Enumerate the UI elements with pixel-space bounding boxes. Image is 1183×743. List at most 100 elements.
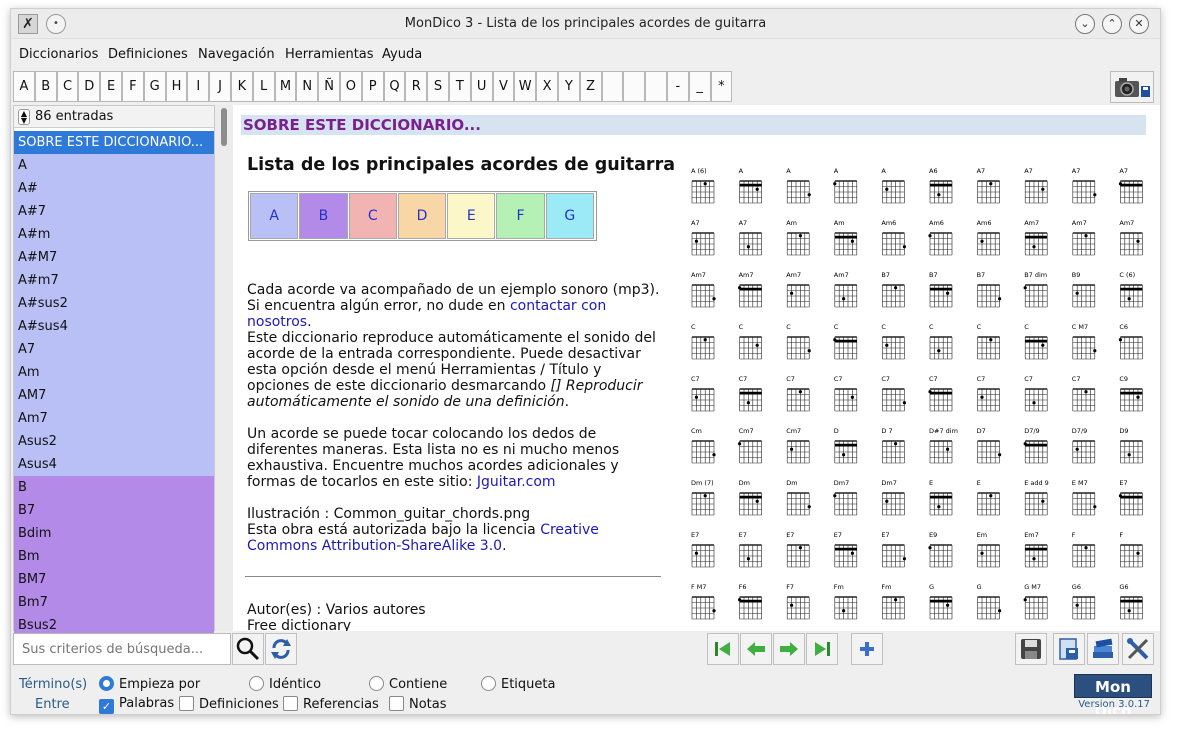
list-item[interactable]: Asus2 [14,430,214,453]
letter-cell[interactable]: C [348,193,397,239]
list-item[interactable]: Bdim [14,522,214,545]
export-icon[interactable] [1053,633,1085,665]
list-item[interactable]: A#M7 [14,246,214,269]
letter-button-15[interactable]: O [339,71,362,102]
list-item[interactable]: A#7 [14,200,214,223]
camera-icon[interactable] [1110,71,1154,103]
next-entry-button[interactable] [773,633,805,665]
save-icon[interactable] [1015,633,1047,665]
check-notas[interactable]: Notas [389,696,447,712]
list-item[interactable]: A#m [14,223,214,246]
radio-contiene[interactable]: Contiene [369,676,447,692]
letter-button-14[interactable]: Ñ [318,71,340,102]
letter-button-16[interactable]: P [361,71,384,102]
dictionaries-icon[interactable] [1087,633,1119,665]
letter-button-0[interactable]: A [13,71,35,102]
radio-indicator[interactable] [99,676,114,691]
letter-button-18[interactable]: R [405,71,428,102]
list-item[interactable]: SOBRE ESTE DICCIONARIO... [14,131,214,154]
letter-cell[interactable]: D [397,193,447,239]
add-entry-button[interactable] [851,633,883,665]
list-item[interactable]: A#sus2 [14,292,214,315]
checkbox-indicator[interactable] [283,696,298,711]
search-button[interactable] [232,633,264,665]
menu-ayuda[interactable]: Ayuda [382,47,422,62]
letter-button-31[interactable]: _ [688,71,711,102]
letter-button-19[interactable]: S [427,71,449,102]
letter-button-13[interactable]: N [296,71,319,102]
list-item[interactable]: A# [14,177,214,200]
letter-button-27[interactable] [601,71,624,102]
letter-cell[interactable]: B [299,193,348,239]
list-item[interactable]: AM7 [14,384,214,407]
list-item[interactable]: A7 [14,338,214,361]
menu-diccionarios[interactable]: Diccionarios [19,47,98,62]
entries-scrollbar[interactable] [215,105,233,631]
letter-button-11[interactable]: L [252,71,275,102]
menu-definiciones[interactable]: Definiciones [108,47,188,62]
letter-button-5[interactable]: F [121,71,144,102]
sort-spinner[interactable]: ▲ ▼ [18,108,30,125]
previous-entry-button[interactable] [740,633,772,665]
radio-indicator[interactable] [481,676,496,691]
radio-identico[interactable]: Idéntico [249,676,321,692]
letter-button-2[interactable]: C [56,71,79,102]
tools-icon[interactable] [1122,633,1154,665]
radio-empieza-por[interactable]: Empieza por [99,676,200,692]
letter-button-9[interactable]: J [209,71,231,102]
radio-etiqueta[interactable]: Etiqueta [481,676,555,692]
letter-button-23[interactable]: W [514,71,537,102]
letter-button-29[interactable] [645,71,667,102]
radio-indicator[interactable] [369,676,384,691]
letter-button-22[interactable]: V [492,71,515,102]
check-definiciones[interactable]: Definiciones [179,696,279,712]
refresh-icon[interactable] [265,633,297,665]
list-item[interactable]: B [14,476,214,499]
maximize-button[interactable]: ⌃ [1102,14,1122,34]
menu-herramientas[interactable]: Herramientas [285,47,374,62]
list-item[interactable]: A [14,154,214,177]
checkbox-indicator[interactable]: ✓ [99,699,114,714]
menu-navegacion[interactable]: Navegación [198,47,275,62]
letter-button-26[interactable]: Z [579,71,602,102]
letter-button-17[interactable]: Q [383,71,406,102]
letter-button-8[interactable]: I [187,71,210,102]
list-item[interactable]: A#sus4 [14,315,214,338]
letter-button-25[interactable]: Y [557,71,580,102]
letter-button-24[interactable]: X [536,71,558,102]
list-item[interactable]: Am7 [14,407,214,430]
letter-button-21[interactable]: U [470,71,493,102]
first-entry-button[interactable] [707,633,739,665]
letter-button-6[interactable]: G [143,71,166,102]
checkbox-indicator[interactable] [389,696,404,711]
check-referencias[interactable]: Referencias [283,696,379,712]
list-item[interactable]: BM7 [14,568,214,591]
letter-cell[interactable]: A [250,193,299,239]
list-item[interactable]: Bm [14,545,214,568]
minimize-button[interactable]: ⌄ [1075,14,1095,34]
letter-button-32[interactable]: * [710,71,733,102]
letter-button-1[interactable]: B [34,71,57,102]
list-item[interactable]: A#m7 [14,269,214,292]
checkbox-indicator[interactable] [179,696,194,711]
letter-button-30[interactable]: - [666,71,689,102]
letter-button-7[interactable]: H [165,71,188,102]
letter-button-10[interactable]: K [230,71,253,102]
list-item[interactable]: Am [14,361,214,384]
letter-button-3[interactable]: D [78,71,101,102]
jguitar-link[interactable]: Jguitar.com [477,474,556,490]
scrollbar-thumb[interactable] [221,108,227,146]
list-item[interactable]: Bm7 [14,591,214,614]
letter-cell[interactable]: G [545,193,594,239]
last-entry-button[interactable] [806,633,838,665]
radio-indicator[interactable] [249,676,264,691]
letter-cell[interactable]: F [496,193,545,239]
letter-cell[interactable]: E [447,193,496,239]
search-input[interactable] [14,634,230,664]
letter-button-12[interactable]: M [274,71,297,102]
letter-button-28[interactable] [623,71,646,102]
letter-button-4[interactable]: E [100,71,122,102]
letter-button-20[interactable]: T [448,71,471,102]
list-item[interactable]: B7 [14,499,214,522]
check-palabras[interactable]: ✓ Palabras [99,696,174,714]
